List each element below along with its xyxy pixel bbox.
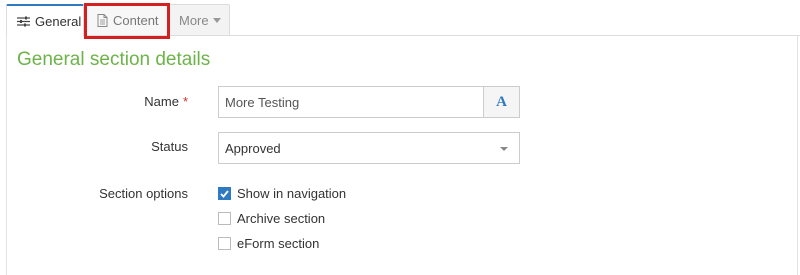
section-options-label: Section options bbox=[99, 186, 188, 201]
status-select[interactable]: Approved bbox=[218, 132, 520, 164]
tab-more-label: More bbox=[179, 12, 209, 28]
eform-section-label: eForm section bbox=[237, 236, 320, 251]
tab-more[interactable]: More bbox=[168, 4, 230, 35]
required-marker: * bbox=[182, 94, 188, 109]
show-in-navigation-checkbox[interactable]: Show in navigation bbox=[218, 186, 346, 201]
name-label-text: Name bbox=[144, 94, 179, 109]
sliders-icon bbox=[17, 16, 30, 27]
chevron-down-icon bbox=[500, 147, 508, 151]
status-label: Status bbox=[151, 139, 188, 154]
page-title: General section details bbox=[17, 49, 211, 70]
font-a-icon: A bbox=[496, 93, 507, 110]
checkbox-unchecked-icon[interactable] bbox=[218, 237, 231, 250]
tab-content-label: Content bbox=[113, 12, 159, 28]
checkbox-unchecked-icon[interactable] bbox=[218, 212, 231, 225]
caret-down-icon bbox=[212, 17, 221, 23]
archive-section-checkbox[interactable]: Archive section bbox=[218, 211, 325, 226]
tab-general[interactable]: General bbox=[6, 4, 84, 36]
name-input[interactable] bbox=[219, 87, 483, 117]
tab-content[interactable]: Content bbox=[84, 4, 167, 35]
show-in-navigation-label: Show in navigation bbox=[237, 186, 347, 201]
translate-button[interactable]: A bbox=[483, 87, 519, 117]
eform-section-checkbox[interactable]: eForm section bbox=[218, 236, 319, 251]
tab-general-label: General bbox=[35, 13, 82, 29]
status-selected-value: Approved bbox=[225, 140, 281, 156]
tab-bar: General Content More bbox=[0, 0, 800, 39]
name-label: Name * bbox=[0, 94, 188, 109]
checkbox-checked-icon[interactable] bbox=[218, 187, 231, 200]
document-icon bbox=[97, 13, 108, 27]
name-field: A bbox=[218, 86, 520, 118]
archive-section-label: Archive section bbox=[237, 211, 326, 226]
